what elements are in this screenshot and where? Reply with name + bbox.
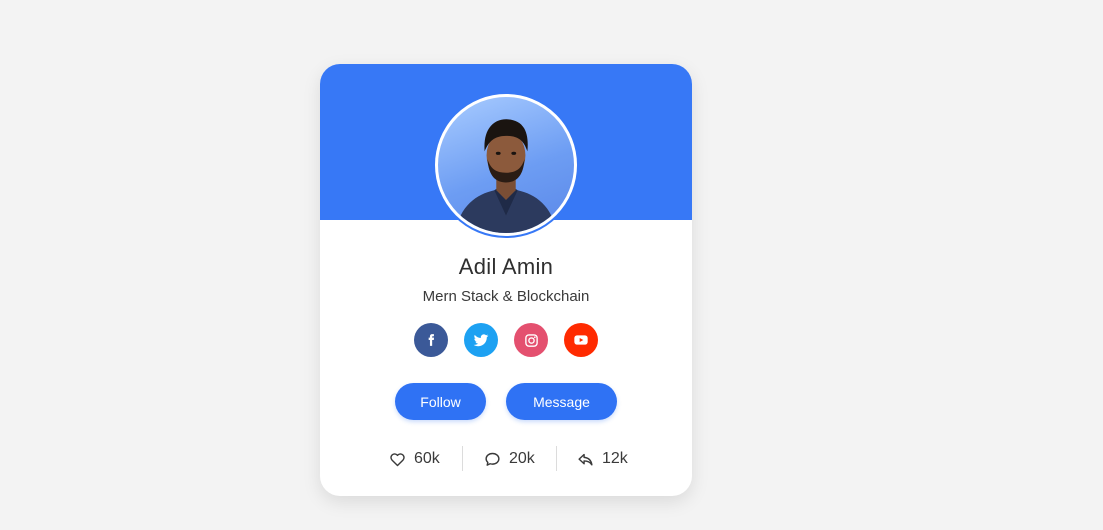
stats-divider <box>556 446 557 471</box>
stats-divider <box>462 446 463 471</box>
facebook-button[interactable] <box>414 323 448 357</box>
stats-bar: 60k 20k 12k <box>320 444 692 474</box>
profile-card: Adil Amin Mern Stack & Blockchain Follow… <box>320 64 692 496</box>
shares-count: 12k <box>602 450 628 467</box>
follow-button[interactable]: Follow <box>395 383 486 420</box>
youtube-icon <box>574 335 588 345</box>
profile-photo <box>455 119 557 233</box>
profile-role: Mern Stack & Blockchain <box>422 288 590 305</box>
instagram-button[interactable] <box>514 323 548 357</box>
reply-icon <box>578 453 593 466</box>
twitter-icon <box>473 334 489 347</box>
avatar-ring <box>433 92 579 238</box>
social-links <box>414 323 598 357</box>
instagram-icon <box>524 333 538 347</box>
profile-name: Adil Amin <box>458 254 554 279</box>
shares-stat[interactable]: 12k <box>577 444 628 474</box>
comments-count: 20k <box>509 450 535 467</box>
comments-stat[interactable]: 20k <box>484 444 535 474</box>
twitter-button[interactable] <box>464 323 498 357</box>
heart-icon <box>390 452 405 466</box>
likes-stat[interactable]: 60k <box>389 444 440 474</box>
likes-count: 60k <box>414 450 440 467</box>
facebook-icon <box>428 334 435 346</box>
comment-icon <box>485 452 500 466</box>
avatar <box>435 94 577 236</box>
youtube-button[interactable] <box>564 323 598 357</box>
message-button[interactable]: Message <box>506 383 617 420</box>
